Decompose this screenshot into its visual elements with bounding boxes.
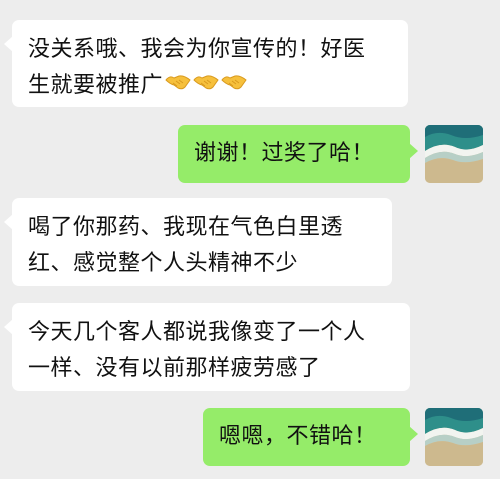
message-line: 喝了你那药、我现在气色白里透 — [28, 215, 344, 240]
message-bubble-incoming[interactable]: 今天几个客人都说我像变了一个人 一样、没有以前那样疲劳感了 — [4, 303, 410, 391]
beach-waves-avatar-icon — [425, 408, 483, 466]
message-line: 没关系哦、我会为你宣传的！好医 — [28, 37, 366, 62]
message-line: 谢谢！过奖了哈！ — [194, 141, 375, 166]
handshake-icon — [221, 68, 247, 104]
message-line: 生就要被推广 — [28, 68, 392, 104]
message-line: 一样、没有以前那样疲劳感了 — [28, 356, 321, 381]
avatar[interactable] — [425, 408, 483, 466]
message-bubble-outgoing[interactable]: 谢谢！过奖了哈！ — [178, 125, 418, 183]
message-bubble-incoming[interactable]: 没关系哦、我会为你宣传的！好医 生就要被推广 — [4, 20, 408, 107]
avatar[interactable] — [425, 125, 483, 183]
chat-area: 没关系哦、我会为你宣传的！好医 生就要被推广 谢谢！过奖了哈！ 喝了你那药、我现… — [0, 0, 500, 479]
message-bubble-incoming[interactable]: 喝了你那药、我现在气色白里透 红、感觉整个人头精神不少 — [4, 198, 392, 286]
beach-waves-avatar-icon — [425, 125, 483, 183]
message-line: 红、感觉整个人头精神不少 — [28, 251, 299, 276]
message-line: 嗯嗯，不错哈！ — [219, 424, 377, 449]
message-bubble-outgoing[interactable]: 嗯嗯，不错哈！ — [203, 408, 418, 466]
handshake-icon — [165, 68, 191, 104]
message-text: 生就要被推广 — [28, 73, 164, 98]
handshake-icon — [193, 68, 219, 104]
message-line: 今天几个客人都说我像变了一个人 — [28, 320, 366, 345]
